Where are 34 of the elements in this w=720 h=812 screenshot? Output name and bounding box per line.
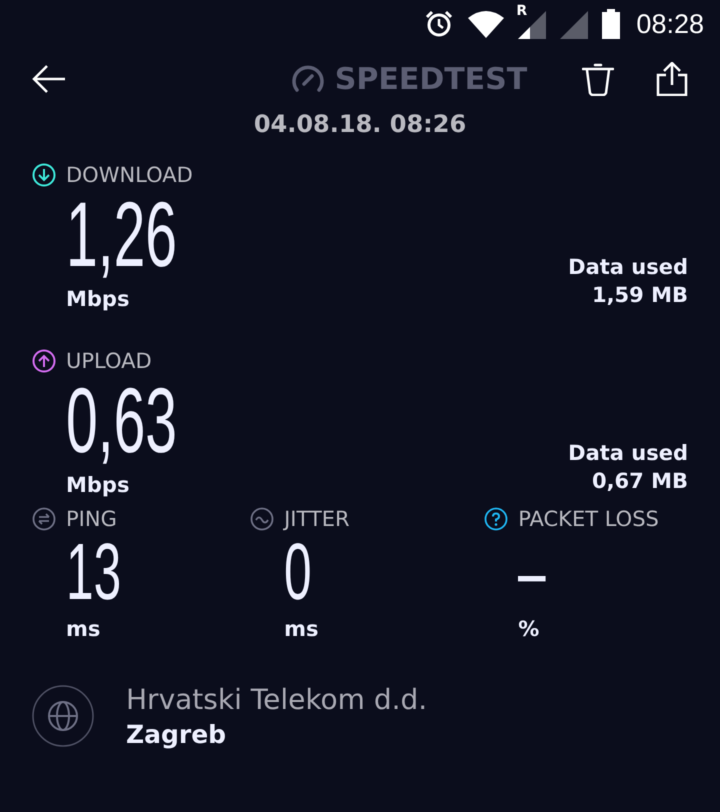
signal-icon	[560, 9, 588, 39]
metric-unit: ms	[284, 617, 320, 641]
globe-icon	[32, 685, 94, 747]
share-icon[interactable]	[656, 62, 688, 96]
metric-label: DOWNLOAD	[66, 163, 193, 187]
alarm-clock-icon	[424, 9, 454, 39]
metric-label: JITTER	[284, 507, 350, 531]
provider-location: Zagreb	[126, 720, 228, 749]
data-used-label: Data used	[568, 440, 688, 467]
speed-value: 0,63	[66, 373, 178, 469]
test-date: 04.08.18. 08:26	[252, 110, 468, 140]
metric-unit: %	[518, 617, 540, 641]
metric-label: UPLOAD	[66, 349, 152, 373]
back-arrow-icon[interactable]	[32, 64, 66, 94]
data-used-value: 0,67 MB	[590, 468, 688, 495]
metric-label: PING	[66, 507, 117, 531]
data-used-value: 1,59 MB	[590, 282, 688, 309]
provider-name: Hrvatski Telekom d.d.	[126, 683, 428, 716]
roaming-label: R	[516, 3, 528, 19]
app-title: SPEEDTEST	[334, 62, 528, 96]
metric-label: PACKET LOSS	[518, 507, 659, 531]
speed-unit: Mbps	[66, 473, 130, 497]
metric-value: 13	[66, 531, 122, 613]
data-used-label: Data used	[568, 254, 688, 281]
status-time: 08:28	[636, 8, 704, 40]
gauge-icon	[290, 64, 325, 94]
metric-unit: ms	[66, 617, 102, 641]
trash-icon[interactable]	[582, 62, 614, 96]
speed-unit: Mbps	[66, 287, 130, 311]
metric-value: 0	[284, 531, 312, 613]
battery-icon	[602, 9, 620, 39]
metric-value: –	[518, 531, 547, 613]
speed-value: 1,26	[66, 187, 178, 283]
wifi-icon	[468, 10, 504, 38]
